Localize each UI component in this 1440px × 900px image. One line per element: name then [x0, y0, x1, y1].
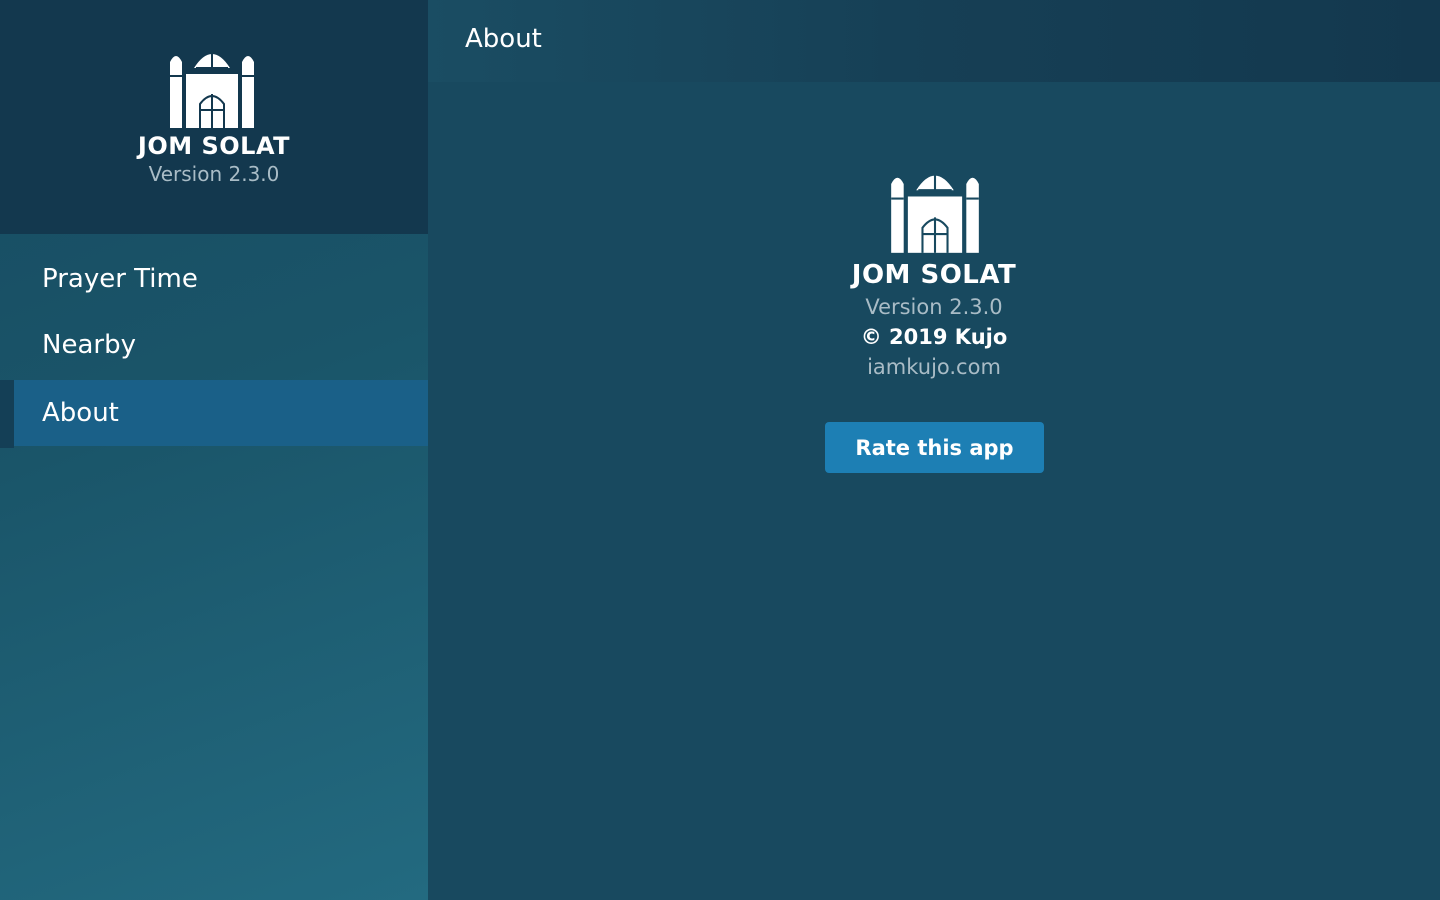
about-app-name: JOM SOLAT — [851, 260, 1017, 290]
about-info: JOM SOLAT Version 2.3.0 © 2019 Kujo iamk… — [428, 258, 1440, 382]
app-window: JOM SOLAT Version 2.3.0 Prayer Time Near… — [0, 0, 1440, 900]
top-bar: About — [428, 0, 1440, 82]
active-nav-marker — [0, 380, 14, 448]
sidebar-app-name: JOM SOLAT — [137, 132, 291, 160]
rate-app-button[interactable]: Rate this app — [825, 422, 1044, 473]
sidebar-app-version: Version 2.3.0 — [148, 162, 280, 186]
sidebar-item-about[interactable]: About — [14, 380, 428, 446]
website-link[interactable]: iamkujo.com — [428, 352, 1440, 382]
page-title: About — [465, 24, 542, 54]
about-app-version: Version 2.3.0 — [865, 295, 1003, 319]
mosque-icon — [170, 48, 254, 128]
sidebar: JOM SOLAT Version 2.3.0 Prayer Time Near… — [0, 0, 428, 900]
about-copyright: © 2019 Kujo — [860, 325, 1008, 349]
mosque-icon — [891, 169, 979, 253]
sidebar-header: JOM SOLAT Version 2.3.0 — [0, 0, 428, 234]
sidebar-item-prayer-time[interactable]: Prayer Time — [0, 246, 428, 312]
sidebar-item-nearby[interactable]: Nearby — [0, 312, 428, 378]
main-content: About JOM SOLAT Version 2.3.0 © 2019 Kuj… — [428, 0, 1440, 900]
